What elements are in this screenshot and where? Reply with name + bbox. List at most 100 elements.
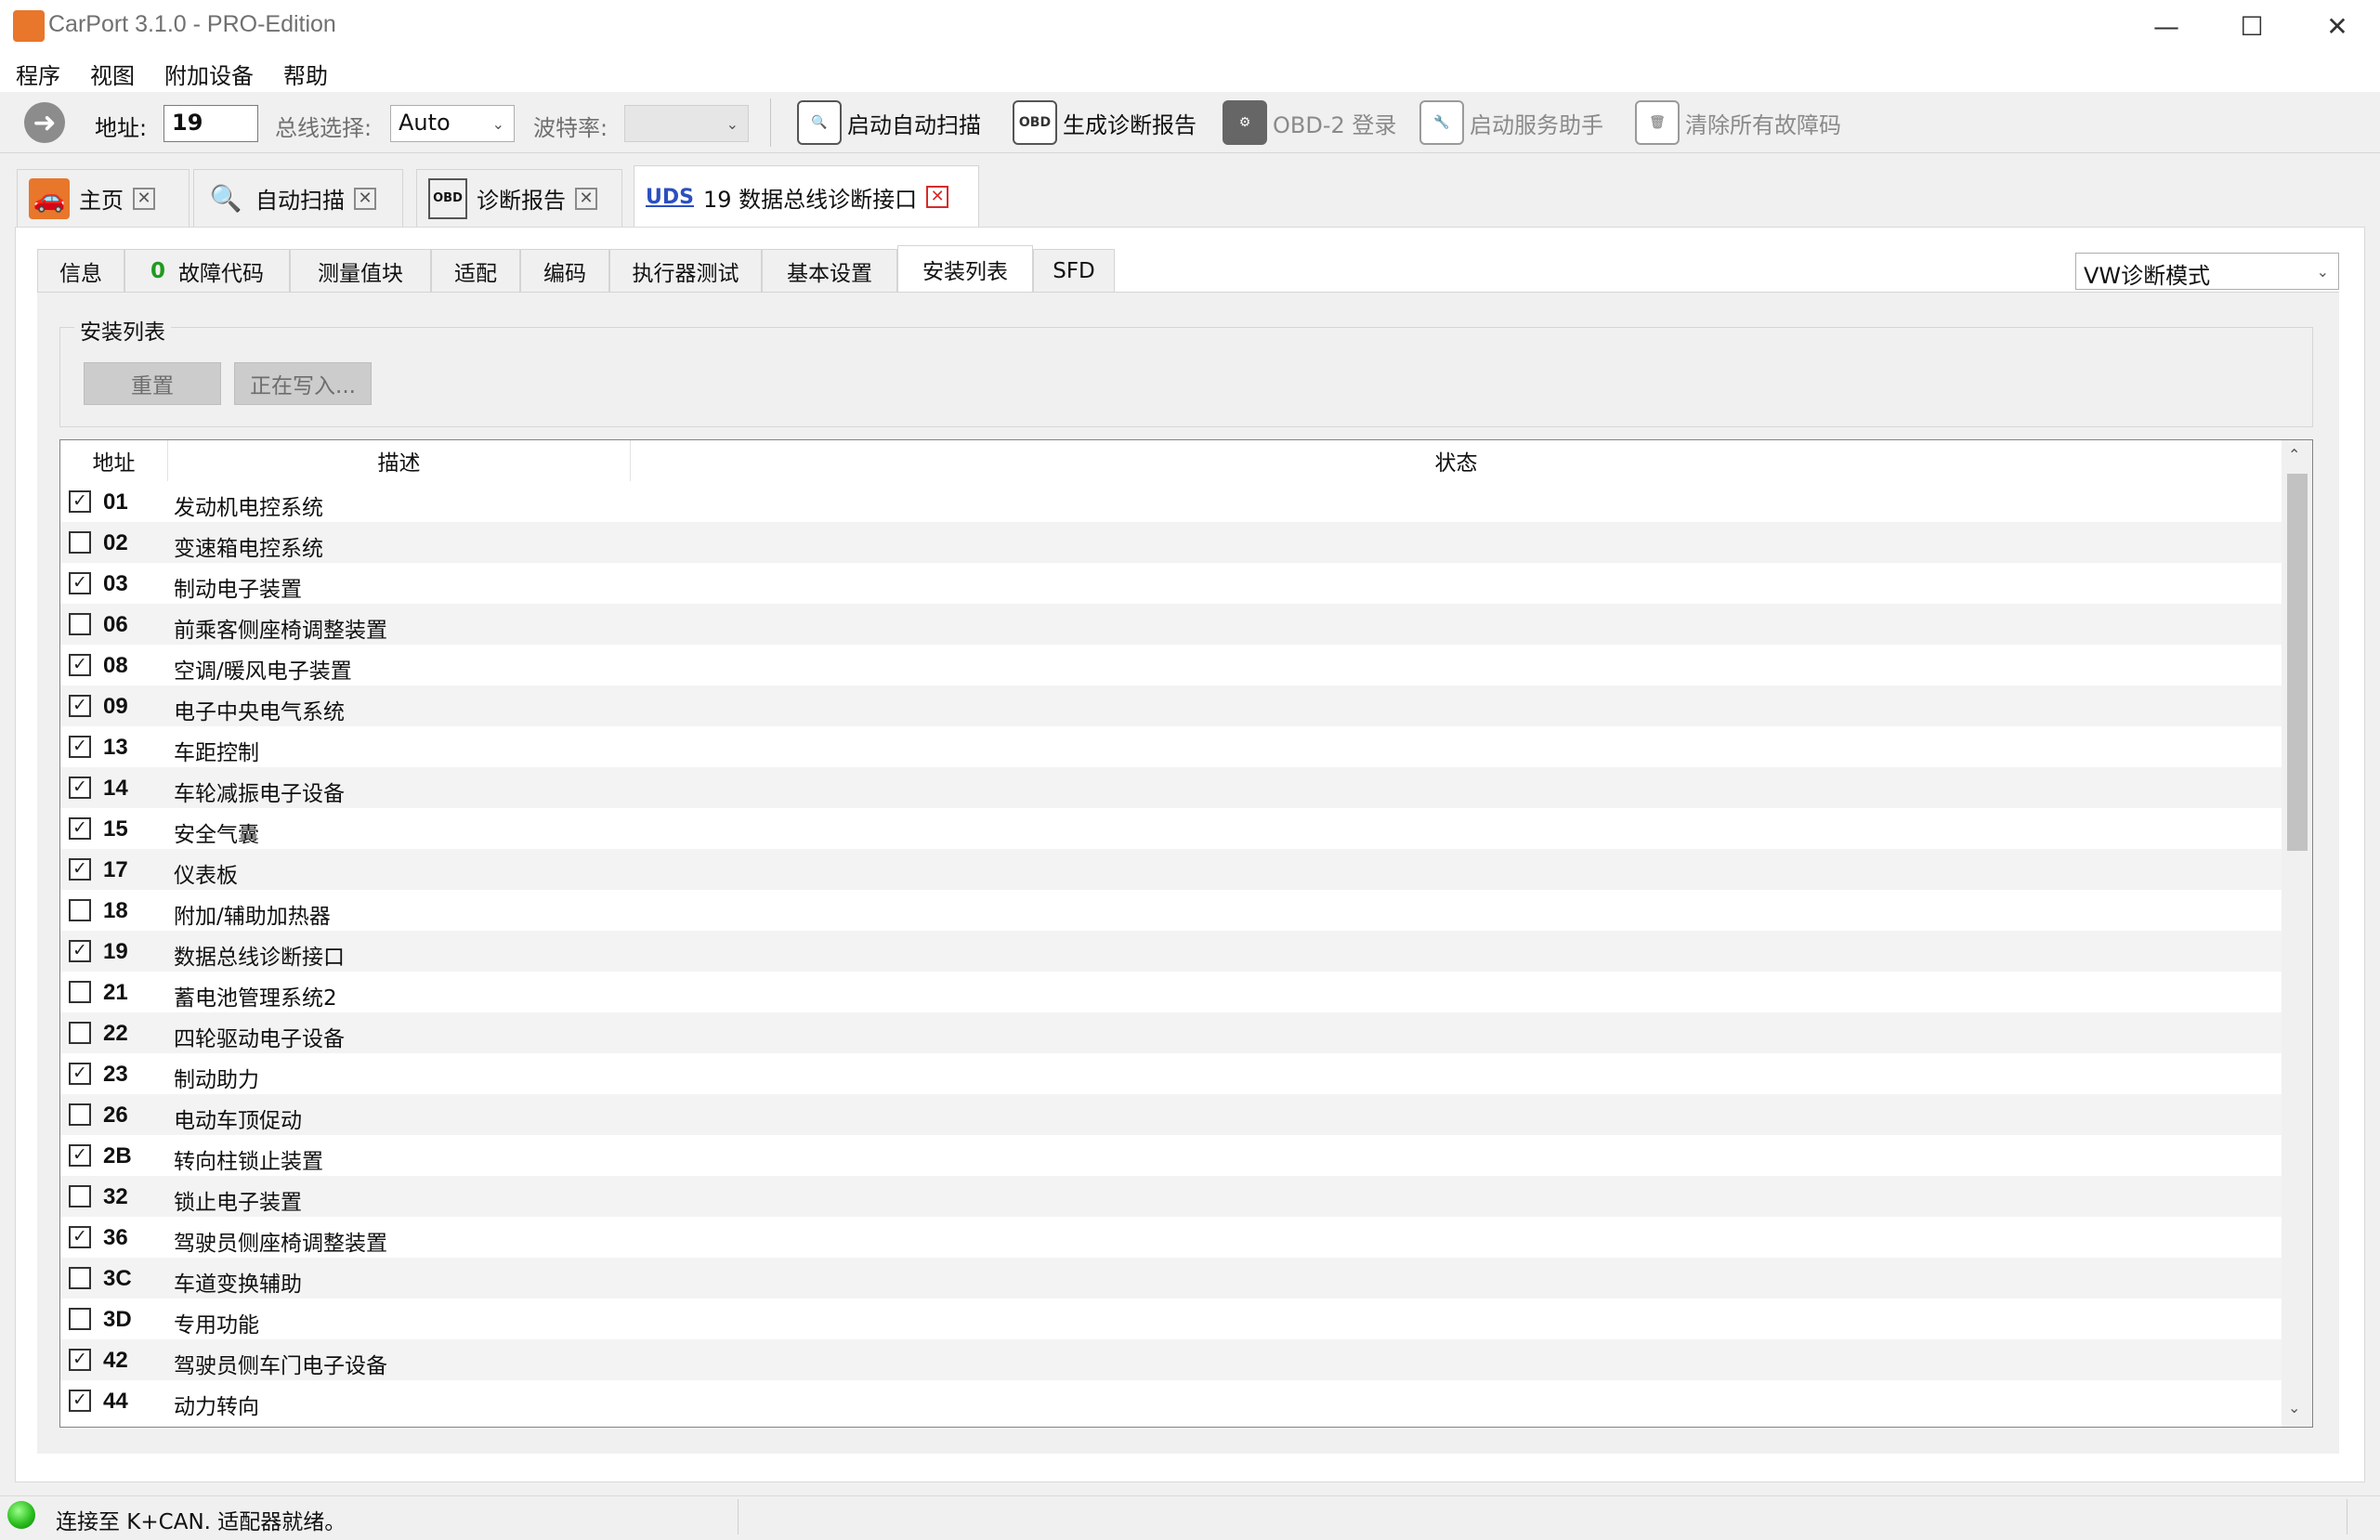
tab-basic-settings[interactable]: 基本设置: [762, 249, 897, 292]
table-row[interactable]: ✓ 14 车轮减振电子设备: [60, 767, 2282, 808]
minimize-button[interactable]: —: [2124, 0, 2209, 53]
row-checkbox[interactable]: ✓: [69, 1063, 91, 1085]
menu-program[interactable]: 程序: [16, 58, 60, 90]
row-checkbox[interactable]: [69, 1022, 91, 1044]
row-checkbox[interactable]: ✓: [69, 1349, 91, 1371]
row-address: 06: [103, 612, 128, 637]
row-checkbox[interactable]: ✓: [69, 1226, 91, 1248]
table-row[interactable]: 32 锁止电子装置: [60, 1176, 2282, 1217]
row-checkbox[interactable]: [69, 531, 91, 554]
row-description: 发动机电控系统: [174, 496, 323, 520]
close-icon[interactable]: ✕: [133, 187, 155, 210]
table-row[interactable]: 06 前乘客侧座椅调整装置: [60, 604, 2282, 645]
table-row[interactable]: ✓ 2B 转向柱锁止装置: [60, 1135, 2282, 1176]
table-row[interactable]: 26 电动车顶促动: [60, 1094, 2282, 1135]
tab-actuator-test[interactable]: 执行器测试: [609, 249, 762, 292]
row-address: 32: [103, 1184, 128, 1209]
table-row[interactable]: 3D 专用功能: [60, 1299, 2282, 1339]
scroll-up-arrow-icon[interactable]: ⌃: [2288, 446, 2300, 463]
baud-select[interactable]: ⌄: [624, 105, 749, 142]
row-checkbox[interactable]: ✓: [69, 572, 91, 594]
table-row[interactable]: ✓ 13 车距控制: [60, 726, 2282, 767]
tab-info[interactable]: 信息: [37, 249, 124, 292]
table-row[interactable]: ✓ 03 制动电子装置: [60, 563, 2282, 604]
table-row[interactable]: ✓ 36 驾驶员侧座椅调整装置: [60, 1217, 2282, 1258]
diagnostic-mode-select[interactable]: VW诊断模式 ⌄: [2075, 253, 2339, 290]
column-header-address[interactable]: 地址: [60, 440, 168, 481]
wrench-icon: 🔧: [1419, 100, 1464, 145]
row-description: 蓄电池管理系统2: [174, 986, 337, 1011]
row-description: 前乘客侧座椅调整装置: [174, 619, 387, 643]
column-header-status[interactable]: 状态: [631, 440, 2282, 481]
tab-report[interactable]: OBD 诊断报告 ✕: [416, 169, 622, 227]
table-row[interactable]: ✓ 44 动力转向: [60, 1380, 2282, 1421]
go-arrow-icon[interactable]: ➜: [24, 102, 65, 143]
table-row[interactable]: 3C 车道变换辅助: [60, 1258, 2282, 1299]
installation-groupbox: [59, 327, 2313, 427]
row-checkbox[interactable]: [69, 899, 91, 921]
table-row[interactable]: 22 四轮驱动电子设备: [60, 1012, 2282, 1053]
close-icon[interactable]: ✕: [926, 186, 949, 208]
row-checkbox[interactable]: ✓: [69, 858, 91, 881]
row-address: 23: [103, 1062, 128, 1087]
service-assistant-label: 启动服务助手: [1470, 111, 1603, 138]
maximize-button[interactable]: ☐: [2209, 0, 2295, 53]
row-checkbox[interactable]: ✓: [69, 695, 91, 717]
table-row[interactable]: ✓ 09 电子中央电气系统: [60, 685, 2282, 726]
tab-adaptation[interactable]: 适配: [431, 249, 520, 292]
clear-codes-button[interactable]: 🗑 清除所有故障码: [1635, 97, 1841, 149]
table-row[interactable]: 18 附加/辅助加热器: [60, 890, 2282, 931]
service-assistant-button[interactable]: 🔧 启动服务助手: [1419, 97, 1603, 149]
chevron-down-icon: ⌄: [2316, 263, 2329, 281]
column-header-description[interactable]: 描述: [168, 440, 631, 481]
tab-coding[interactable]: 编码: [520, 249, 609, 292]
row-checkbox[interactable]: [69, 613, 91, 635]
row-checkbox[interactable]: [69, 981, 91, 1003]
tab-fault-codes[interactable]: 0 故障代码: [124, 249, 290, 292]
tab-sfd[interactable]: SFD: [1033, 249, 1115, 292]
menu-addons[interactable]: 附加设备: [164, 58, 254, 90]
writing-button[interactable]: 正在写入...: [234, 362, 372, 405]
tab-uds-19[interactable]: UDS 19 数据总线诊断接口 ✕: [634, 165, 979, 228]
table-row[interactable]: ✓ 15 安全气囊: [60, 808, 2282, 849]
row-checkbox[interactable]: [69, 1103, 91, 1126]
table-row[interactable]: ✓ 23 制动助力: [60, 1053, 2282, 1094]
tab-home[interactable]: 🚗 主页 ✕: [17, 169, 190, 227]
row-checkbox[interactable]: [69, 1267, 91, 1289]
row-checkbox[interactable]: ✓: [69, 940, 91, 962]
table-row[interactable]: ✓ 08 空调/暖风电子装置: [60, 645, 2282, 685]
generate-report-button[interactable]: OBD 生成诊断报告: [1013, 97, 1197, 149]
table-row[interactable]: ✓ 42 驾驶员侧车门电子设备: [60, 1339, 2282, 1380]
row-checkbox[interactable]: ✓: [69, 654, 91, 676]
close-icon[interactable]: ✕: [575, 187, 597, 210]
table-row[interactable]: 02 变速箱电控系统: [60, 522, 2282, 563]
row-checkbox[interactable]: ✓: [69, 736, 91, 758]
row-checkbox[interactable]: [69, 1308, 91, 1330]
menu-view[interactable]: 视图: [90, 58, 135, 90]
address-input[interactable]: 19: [163, 105, 258, 142]
menu-help[interactable]: 帮助: [283, 58, 328, 90]
row-checkbox[interactable]: ✓: [69, 1144, 91, 1167]
bus-select[interactable]: Auto ⌄: [390, 105, 515, 142]
table-row[interactable]: ✓ 19 数据总线诊断接口: [60, 931, 2282, 972]
table-row[interactable]: 21 蓄电池管理系统2: [60, 972, 2282, 1012]
obd2-login-button[interactable]: ⚙ OBD-2 登录: [1223, 97, 1396, 149]
tab-measure[interactable]: 测量值块: [290, 249, 431, 292]
scroll-down-arrow-icon[interactable]: ⌄: [2288, 1399, 2300, 1416]
row-checkbox[interactable]: ✓: [69, 777, 91, 799]
row-checkbox[interactable]: [69, 1185, 91, 1207]
row-checkbox[interactable]: ✓: [69, 817, 91, 840]
scrollbar-thumb[interactable]: [2287, 474, 2308, 851]
tab-installation-list[interactable]: 安装列表: [897, 245, 1033, 293]
row-address: 13: [103, 735, 128, 760]
row-checkbox[interactable]: ✓: [69, 490, 91, 513]
close-icon[interactable]: ✕: [354, 187, 376, 210]
start-autoscan-button[interactable]: 🔍 启动自动扫描: [797, 97, 981, 149]
row-checkbox[interactable]: ✓: [69, 1390, 91, 1412]
table-row[interactable]: ✓ 01 发动机电控系统: [60, 481, 2282, 522]
close-window-button[interactable]: ✕: [2295, 0, 2380, 53]
table-row[interactable]: ✓ 17 仪表板: [60, 849, 2282, 890]
reset-button[interactable]: 重置: [84, 362, 221, 405]
start-autoscan-label: 启动自动扫描: [847, 111, 981, 138]
tab-autoscan[interactable]: 🔍 自动扫描 ✕: [193, 169, 403, 227]
